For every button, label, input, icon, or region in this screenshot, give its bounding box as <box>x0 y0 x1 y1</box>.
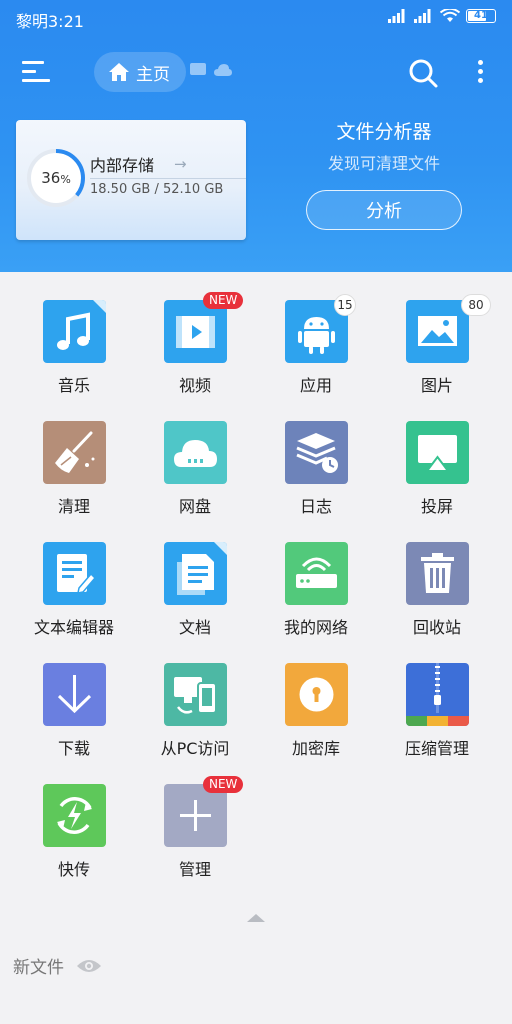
new-files-label: 新文件 <box>13 958 64 978</box>
tile-downloads[interactable]: 下载 <box>14 635 134 758</box>
image-icon <box>406 300 469 363</box>
header: 黎明3:21 41 主页 36% 内部存储 → 18.50 GB / 52.10… <box>0 0 512 272</box>
tile-label: 快传 <box>57 860 90 879</box>
breadcrumb-extras <box>190 63 232 77</box>
search-icon <box>409 59 438 88</box>
analyze-button[interactable]: 分析 <box>306 190 462 230</box>
tile-text-editor[interactable]: 文本编辑器 <box>14 514 134 637</box>
plus-icon <box>164 784 227 847</box>
lock-icon <box>285 663 348 726</box>
storage-divider <box>90 178 246 179</box>
tile-video[interactable]: NEW 视频 <box>135 272 255 395</box>
home-icon <box>109 63 129 81</box>
arrow-right-icon: → <box>174 155 187 173</box>
status-bar: 黎明3:21 41 <box>0 0 512 34</box>
analyzer-title: 文件分析器 <box>336 121 432 143</box>
tile-pc-access[interactable]: 从PC访问 <box>135 635 255 758</box>
tile-recycle-bin[interactable]: 回收站 <box>377 514 497 637</box>
app-count-badge: 15 <box>334 294 356 316</box>
pc-phone-icon <box>164 663 227 726</box>
tile-documents[interactable]: 文档 <box>135 514 255 637</box>
home-label: 主页 <box>136 64 170 85</box>
tile-zip-manager[interactable]: 压缩管理 <box>377 635 497 758</box>
tile-quick-send[interactable]: 快传 <box>14 756 134 879</box>
log-icon <box>285 421 348 484</box>
text-edit-icon <box>43 542 106 605</box>
window-icon[interactable] <box>190 63 206 77</box>
eye-icon[interactable] <box>76 958 102 974</box>
storage-percent-sign: % <box>60 173 71 186</box>
home-breadcrumb[interactable]: 主页 <box>94 52 186 92</box>
zip-icon <box>406 663 469 726</box>
download-icon <box>43 663 106 726</box>
tile-manage[interactable]: NEW 管理 <box>135 756 255 879</box>
storage-percent-value: 36 <box>41 169 61 187</box>
collapse-arrow-icon[interactable] <box>247 912 265 924</box>
status-time: 黎明3:21 <box>16 12 84 31</box>
transfer-icon <box>43 784 106 847</box>
cloud-icon[interactable] <box>214 63 232 77</box>
new-badge: NEW <box>203 776 244 793</box>
music-icon <box>43 300 106 363</box>
document-icon <box>164 542 227 605</box>
wifi-icon <box>440 9 460 22</box>
tile-apps[interactable]: 15 应用 <box>256 272 376 395</box>
storage-percent: 36% <box>26 169 86 187</box>
tile-music[interactable]: 音乐 <box>14 272 134 395</box>
tile-label: 压缩管理 <box>404 739 469 758</box>
cast-icon <box>406 421 469 484</box>
battery-level: 41 <box>474 10 488 21</box>
tile-log[interactable]: 日志 <box>256 393 376 516</box>
tile-label: 加密库 <box>291 739 340 758</box>
analyzer-subtitle: 发现可清理文件 <box>327 154 440 173</box>
tile-vault[interactable]: 加密库 <box>256 635 376 758</box>
menu-button[interactable] <box>20 58 52 86</box>
picture-count-badge: 80 <box>461 294 491 316</box>
tile-pictures[interactable]: 80 图片 <box>377 272 497 395</box>
tile-cleaner[interactable]: 清理 <box>14 393 134 516</box>
cloud-icon <box>164 421 227 484</box>
status-icons: 41 <box>388 9 496 23</box>
tile-netdisk[interactable]: 网盘 <box>135 393 255 516</box>
signal-icon-2 <box>414 9 431 23</box>
tile-label: 管理 <box>178 860 211 879</box>
more-options-button[interactable] <box>470 56 490 90</box>
new-files-section[interactable]: 新文件 <box>13 953 102 978</box>
storage-size: 18.50 GB / 52.10 GB <box>90 182 224 197</box>
signal-icon <box>388 9 405 23</box>
new-badge: NEW <box>203 292 244 309</box>
broom-icon <box>43 421 106 484</box>
tile-my-network[interactable]: 我的网络 <box>256 514 376 637</box>
tile-cast[interactable]: 投屏 <box>377 393 497 516</box>
search-button[interactable] <box>406 56 440 90</box>
storage-title: 内部存储 <box>90 156 155 175</box>
trash-icon <box>406 542 469 605</box>
battery-icon: 41 <box>466 9 496 23</box>
internal-storage-card[interactable]: 36% 内部存储 → 18.50 GB / 52.10 GB <box>16 120 246 240</box>
video-icon <box>164 300 227 363</box>
router-icon <box>285 542 348 605</box>
